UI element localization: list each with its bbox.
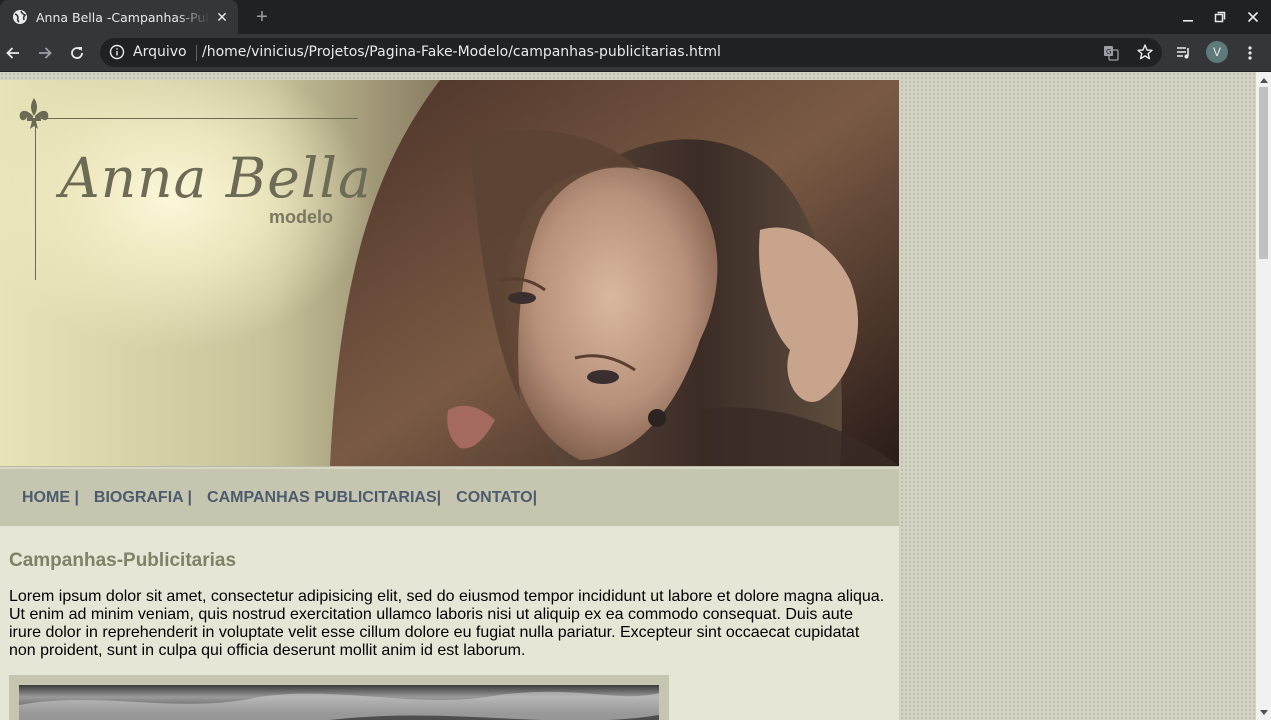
nav-biografia[interactable]: BIOGRAFIA | [94,489,192,507]
header-banner: Anna Bella modelo [0,80,899,466]
page-viewport: Anna Bella modelo HOME | BIOGRAFIA | CAM… [0,72,1256,720]
media-queue-icon[interactable] [1171,40,1197,66]
menu-kebab-icon[interactable] [1237,40,1263,66]
bookmark-star-icon[interactable] [1136,43,1154,61]
scroll-up-arrow-icon[interactable] [1256,72,1271,87]
campaign-photo [19,685,659,720]
address-scheme-label: Arquivo [133,44,187,60]
brand-name: Anna Bella [60,146,372,210]
info-icon[interactable] [109,44,125,60]
model-photo [330,80,899,466]
tab-strip: Anna Bella -Campanhas-Publicitarias ✕ + [0,0,1271,34]
close-tab-icon[interactable]: ✕ [214,9,230,25]
close-window-button[interactable] [1238,0,1268,34]
tab-title: Anna Bella -Campanhas-Publicitarias [36,9,210,25]
nav-campanhas-publicitarias[interactable]: CAMPANHAS PUBLICITARIAS| [207,489,441,507]
page-title: Campanhas-Publicitarias [9,550,237,571]
back-button[interactable] [0,40,26,66]
reload-button[interactable] [64,40,90,66]
nav-contato[interactable]: CONTATO| [456,489,537,507]
scrollbar-thumb[interactable] [1259,87,1268,259]
main-content: Campanhas-Publicitarias Lorem ipsum dolo… [9,550,889,660]
main-nav: HOME | BIOGRAFIA | CAMPANHAS PUBLICITARI… [0,469,899,526]
browser-tab[interactable]: Anna Bella -Campanhas-Publicitarias ✕ [0,0,238,34]
new-tab-button[interactable]: + [250,5,274,29]
nav-home[interactable]: HOME | [22,489,79,507]
translate-icon[interactable]: G [1103,45,1119,61]
restore-button[interactable] [1205,0,1235,34]
scroll-down-arrow-icon[interactable] [1256,705,1271,720]
address-bar[interactable]: Arquivo /home/vinicius/Projetos/Pagina-F… [100,38,1162,67]
url-text[interactable]: /home/vinicius/Projetos/Pagina-Fake-Mode… [202,44,721,60]
logo-rule-vertical [35,118,36,280]
logo-rule-horizontal [36,118,358,119]
intro-paragraph: Lorem ipsum dolor sit amet, consectetur … [9,588,885,659]
campaign-photo-frame [9,675,669,720]
browser-toolbar: Arquivo /home/vinicius/Projetos/Pagina-F… [0,34,1271,71]
profile-avatar[interactable]: V [1206,41,1228,63]
globe-icon [12,9,28,25]
forward-button[interactable] [32,40,58,66]
brand-subtitle: modelo [269,207,334,227]
svg-text:G: G [1106,48,1111,56]
page-scrollbar[interactable] [1256,72,1271,720]
fleur-de-lis-icon [19,98,49,129]
address-divider [196,45,197,61]
page-container: Anna Bella modelo HOME | BIOGRAFIA | CAM… [0,80,899,720]
minimize-button[interactable] [1173,0,1203,34]
